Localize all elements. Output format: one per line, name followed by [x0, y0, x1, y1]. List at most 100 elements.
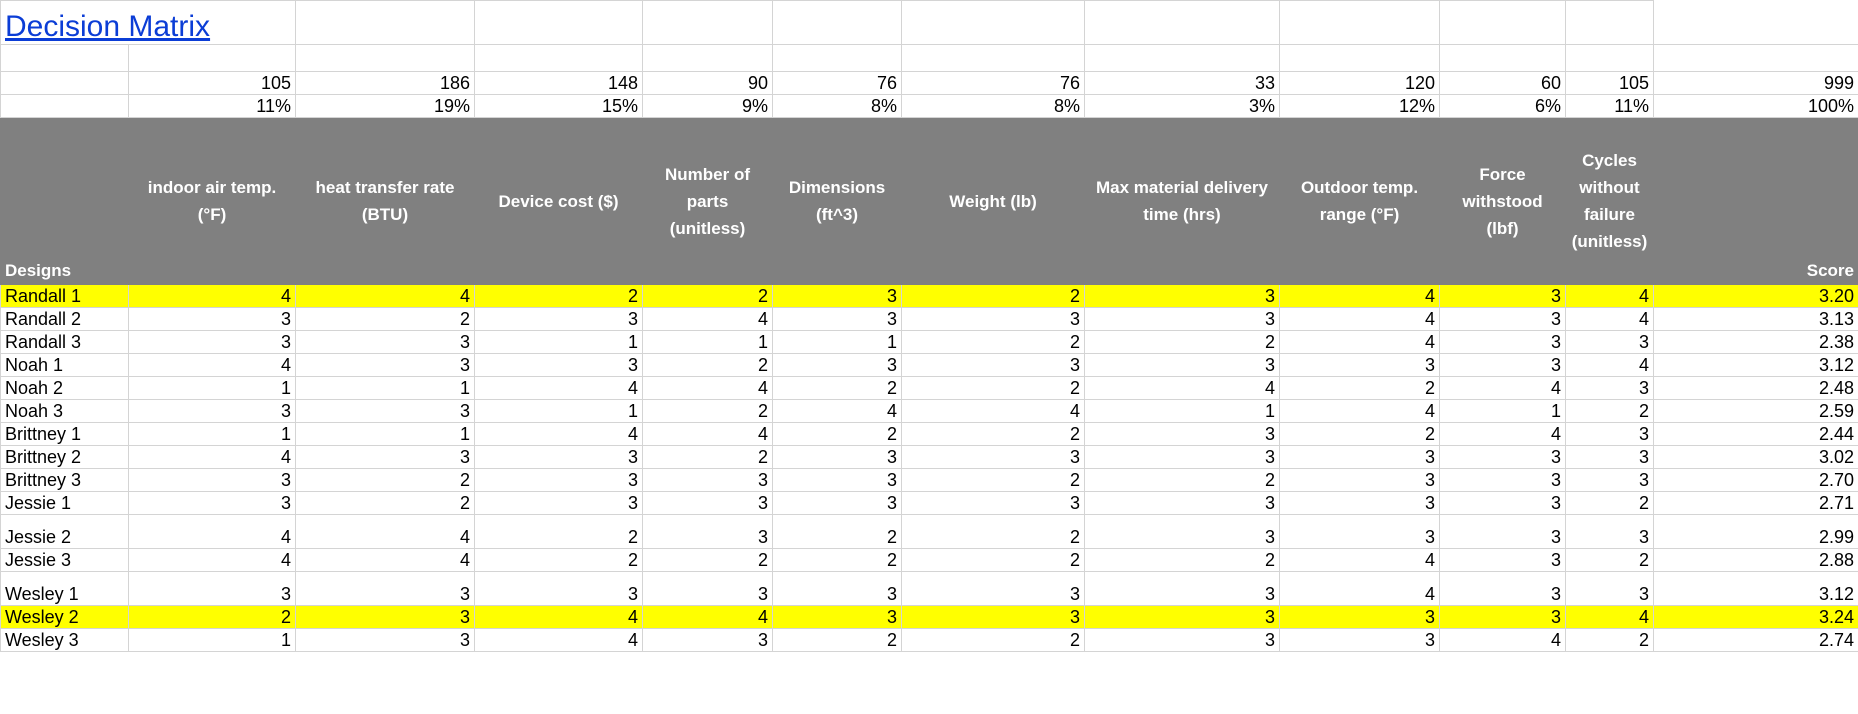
rating-cell[interactable]: 2 — [295, 307, 475, 331]
weight-percent-total-cell[interactable]: 100% — [1653, 94, 1858, 118]
rating-cell[interactable]: 3 — [1565, 514, 1654, 549]
rating-cell[interactable]: 4 — [474, 628, 643, 652]
rating-cell[interactable]: 3 — [295, 445, 475, 469]
rating-cell[interactable]: 4 — [1279, 548, 1440, 572]
cell[interactable] — [295, 44, 475, 72]
rating-cell[interactable]: 4 — [128, 548, 296, 572]
rating-cell[interactable]: 2 — [772, 548, 902, 572]
rating-cell[interactable]: 3 — [901, 571, 1085, 606]
rating-cell[interactable]: 3 — [772, 605, 902, 629]
rating-cell[interactable]: 2 — [901, 330, 1085, 354]
rating-cell[interactable]: 2 — [1565, 399, 1654, 423]
cell[interactable] — [0, 44, 129, 72]
rating-cell[interactable]: 3 — [642, 514, 773, 549]
design-name-cell[interactable]: Jessie 2 — [0, 514, 129, 549]
rating-cell[interactable]: 3 — [474, 445, 643, 469]
rating-cell[interactable]: 4 — [1565, 605, 1654, 629]
rating-cell[interactable]: 3 — [1439, 445, 1566, 469]
rating-cell[interactable]: 4 — [474, 422, 643, 446]
rating-cell[interactable]: 3 — [1279, 605, 1440, 629]
rating-cell[interactable]: 4 — [1279, 307, 1440, 331]
cell[interactable] — [474, 0, 643, 45]
score-cell[interactable]: 3.12 — [1653, 353, 1858, 377]
design-name-cell[interactable]: Jessie 3 — [0, 548, 129, 572]
rating-cell[interactable]: 2 — [901, 628, 1085, 652]
cell[interactable] — [901, 44, 1085, 72]
rating-cell[interactable]: 2 — [901, 548, 1085, 572]
rating-cell[interactable]: 2 — [1084, 468, 1280, 492]
criterion-header[interactable]: Number of parts (unitless) — [642, 117, 773, 285]
score-cell[interactable]: 2.74 — [1653, 628, 1858, 652]
cell[interactable] — [1084, 44, 1280, 72]
rating-cell[interactable]: 3 — [901, 605, 1085, 629]
rating-cell[interactable]: 2 — [642, 445, 773, 469]
rating-cell[interactable]: 4 — [642, 307, 773, 331]
weight-point-cell[interactable]: 186 — [295, 71, 475, 95]
rating-cell[interactable]: 3 — [128, 399, 296, 423]
criterion-header[interactable]: Weight (lb) — [901, 117, 1085, 285]
design-name-cell[interactable]: Randall 3 — [0, 330, 129, 354]
rating-cell[interactable]: 3 — [1565, 422, 1654, 446]
rating-cell[interactable]: 3 — [772, 353, 902, 377]
score-header[interactable]: Score — [1653, 117, 1858, 285]
weight-percent-cell[interactable]: 8% — [901, 94, 1085, 118]
designs-header[interactable]: Designs — [0, 117, 129, 285]
weight-point-cell[interactable]: 120 — [1279, 71, 1440, 95]
cell[interactable] — [474, 44, 643, 72]
rating-cell[interactable]: 3 — [772, 468, 902, 492]
rating-cell[interactable]: 3 — [295, 399, 475, 423]
rating-cell[interactable]: 4 — [1565, 284, 1654, 308]
rating-cell[interactable]: 3 — [1439, 284, 1566, 308]
design-name-cell[interactable]: Noah 1 — [0, 353, 129, 377]
rating-cell[interactable]: 4 — [642, 422, 773, 446]
rating-cell[interactable]: 2 — [474, 284, 643, 308]
rating-cell[interactable]: 1 — [1439, 399, 1566, 423]
rating-cell[interactable]: 3 — [1565, 468, 1654, 492]
rating-cell[interactable]: 2 — [295, 468, 475, 492]
rating-cell[interactable]: 3 — [474, 468, 643, 492]
criterion-header[interactable]: Force withstood (lbf) — [1439, 117, 1566, 285]
rating-cell[interactable]: 2 — [128, 605, 296, 629]
cell[interactable] — [0, 71, 129, 95]
rating-cell[interactable]: 1 — [642, 330, 773, 354]
rating-cell[interactable]: 3 — [1439, 353, 1566, 377]
rating-cell[interactable]: 3 — [901, 491, 1085, 515]
rating-cell[interactable]: 3 — [128, 330, 296, 354]
criterion-header[interactable]: heat transfer rate (BTU) — [295, 117, 475, 285]
rating-cell[interactable]: 3 — [772, 445, 902, 469]
design-name-cell[interactable]: Randall 1 — [0, 284, 129, 308]
rating-cell[interactable]: 1 — [772, 330, 902, 354]
rating-cell[interactable]: 2 — [1565, 628, 1654, 652]
weight-percent-cell[interactable]: 8% — [772, 94, 902, 118]
criterion-header[interactable]: Cycles without failure (unitless) — [1565, 117, 1654, 285]
design-name-cell[interactable]: Brittney 1 — [0, 422, 129, 446]
rating-cell[interactable]: 3 — [1084, 514, 1280, 549]
rating-cell[interactable]: 2 — [642, 353, 773, 377]
rating-cell[interactable]: 3 — [642, 468, 773, 492]
rating-cell[interactable]: 4 — [642, 605, 773, 629]
rating-cell[interactable]: 2 — [474, 514, 643, 549]
rating-cell[interactable]: 2 — [1084, 330, 1280, 354]
rating-cell[interactable]: 4 — [1565, 307, 1654, 331]
rating-cell[interactable]: 3 — [295, 605, 475, 629]
design-name-cell[interactable]: Jessie 1 — [0, 491, 129, 515]
rating-cell[interactable]: 4 — [295, 284, 475, 308]
rating-cell[interactable]: 3 — [1084, 571, 1280, 606]
rating-cell[interactable]: 2 — [642, 548, 773, 572]
rating-cell[interactable]: 2 — [772, 422, 902, 446]
cell[interactable] — [1279, 0, 1440, 45]
rating-cell[interactable]: 3 — [1279, 353, 1440, 377]
rating-cell[interactable]: 2 — [901, 422, 1085, 446]
rating-cell[interactable]: 3 — [128, 468, 296, 492]
score-cell[interactable]: 3.13 — [1653, 307, 1858, 331]
cell[interactable] — [772, 44, 902, 72]
weight-percent-cell[interactable]: 9% — [642, 94, 773, 118]
rating-cell[interactable]: 3 — [1279, 445, 1440, 469]
rating-cell[interactable]: 4 — [1279, 399, 1440, 423]
design-name-cell[interactable]: Wesley 1 — [0, 571, 129, 606]
cell[interactable] — [1439, 44, 1566, 72]
cell[interactable] — [1565, 44, 1654, 72]
rating-cell[interactable]: 3 — [772, 491, 902, 515]
rating-cell[interactable]: 3 — [474, 353, 643, 377]
rating-cell[interactable]: 1 — [128, 628, 296, 652]
